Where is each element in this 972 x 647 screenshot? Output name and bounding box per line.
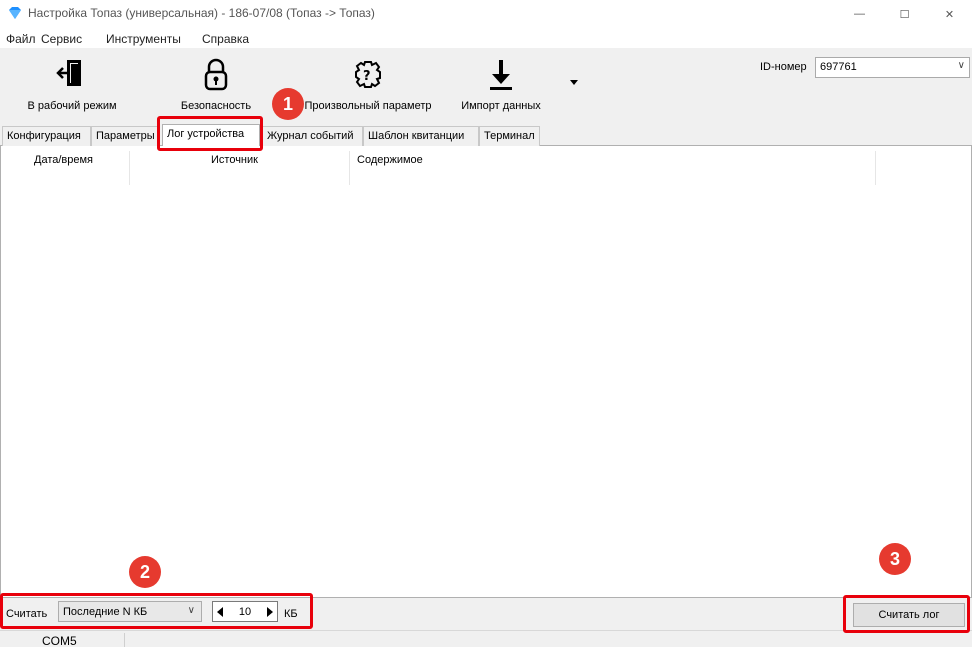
menu-help[interactable]: Справка	[202, 32, 249, 46]
status-divider	[124, 633, 125, 647]
step-marker-2: 2	[129, 556, 161, 588]
import-data-button[interactable]: Импорт данных	[456, 52, 546, 114]
security-button[interactable]: Безопасность	[172, 52, 260, 114]
security-label: Безопасность	[180, 100, 252, 112]
column-divider	[875, 151, 876, 185]
step-marker-3: 3	[879, 543, 911, 575]
custom-param-button[interactable]: ? Произвольный параметр	[304, 52, 432, 114]
highlight-read-log-button	[843, 595, 970, 633]
door-exit-icon	[56, 60, 81, 86]
tab-event-journal[interactable]: Журнал событий	[262, 126, 363, 146]
diamond-icon	[9, 7, 21, 19]
gear-question-icon: ?	[355, 61, 381, 88]
tab-strip: Конфигурация Параметры Лог устройства Жу…	[0, 124, 972, 147]
column-divider	[349, 151, 350, 185]
tab-configuration[interactable]: Конфигурация	[2, 126, 91, 146]
download-icon	[490, 60, 512, 90]
maximize-button[interactable]: ☐	[882, 0, 927, 28]
menu-file[interactable]: Файл	[6, 32, 36, 46]
svg-text:?: ?	[363, 69, 371, 84]
status-bar: COM5	[0, 630, 972, 647]
highlight-device-log-tab	[157, 116, 263, 151]
id-number-value: 697761	[820, 61, 857, 73]
minimize-button[interactable]: —	[837, 0, 882, 28]
menu-service[interactable]: Сервис	[41, 32, 82, 46]
step-marker-1: 1	[272, 88, 304, 120]
toolbar-more-arrow-icon[interactable]	[570, 80, 578, 85]
title-bar: Настройка Топаз (универсальная) - 186-07…	[0, 0, 972, 28]
window-title: Настройка Топаз (универсальная) - 186-07…	[28, 6, 375, 20]
id-number-select[interactable]: 697761 ∨	[815, 57, 970, 78]
column-header-source[interactable]: Источник	[211, 154, 258, 166]
custom-param-label: Произвольный параметр	[304, 100, 432, 112]
menu-bar: Файл Сервис Инструменты Справка	[0, 28, 972, 48]
column-divider	[129, 151, 130, 185]
tab-parameters[interactable]: Параметры	[91, 126, 160, 146]
log-table[interactable]: Дата/время Источник Содержимое	[0, 146, 972, 598]
work-mode-button[interactable]: В рабочий режим	[20, 52, 124, 114]
work-mode-label: В рабочий режим	[27, 100, 117, 112]
tab-terminal[interactable]: Терминал	[479, 126, 540, 146]
highlight-read-controls	[0, 593, 313, 629]
id-number-label: ID-номер	[760, 61, 807, 73]
tab-receipt-template[interactable]: Шаблон квитанции	[363, 126, 479, 146]
menu-tools[interactable]: Инструменты	[106, 32, 181, 46]
com-port-status: COM5	[42, 634, 77, 647]
column-header-datetime[interactable]: Дата/время	[34, 154, 93, 166]
chevron-down-icon: ∨	[957, 60, 965, 71]
import-data-label: Импорт данных	[461, 100, 541, 112]
column-header-content[interactable]: Содержимое	[357, 154, 423, 166]
padlock-icon	[204, 58, 228, 91]
close-button[interactable]: ✕	[927, 0, 972, 28]
